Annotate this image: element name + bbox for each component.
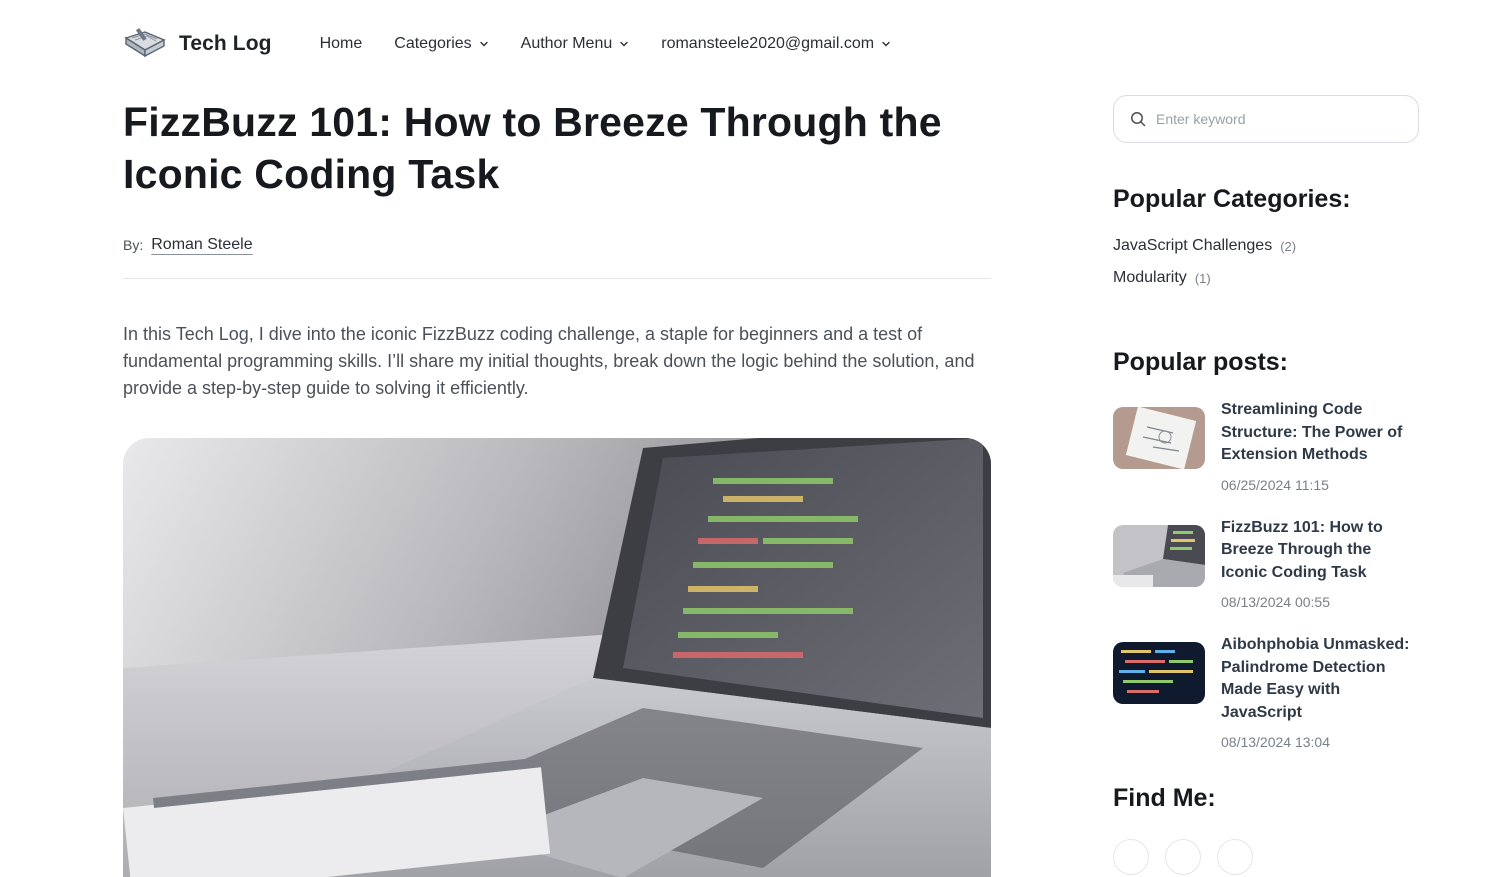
- category-name: JavaScript Challenges: [1113, 237, 1273, 254]
- search-icon: [1131, 112, 1146, 127]
- popular-post[interactable]: Streamlining Code Structure: The Power o…: [1113, 399, 1419, 493]
- social-icon[interactable]: [1113, 839, 1149, 875]
- main-nav: Home Categories Author Menu romansteele2…: [320, 35, 923, 53]
- sidebar: Popular Categories: JavaScript Challenge…: [1113, 95, 1419, 875]
- popular-post[interactable]: FizzBuzz 101: How to Breeze Through the …: [1113, 517, 1419, 610]
- nav-categories[interactable]: Categories: [394, 35, 488, 53]
- social-icon[interactable]: [1165, 839, 1201, 875]
- article: FizzBuzz 101: How to Breeze Through the …: [123, 96, 991, 877]
- category-item[interactable]: Modularity (1): [1113, 262, 1419, 294]
- category-name: Modularity: [1113, 269, 1187, 286]
- chevron-down-icon: [620, 41, 628, 47]
- popular-posts-heading: Popular posts:: [1113, 348, 1289, 376]
- category-list: JavaScript Challenges (2) Modularity (1): [1113, 230, 1419, 294]
- post-title: Aibohphobia Unmasked: Palindrome Detecti…: [1221, 636, 1410, 721]
- article-title: FizzBuzz 101: How to Breeze Through the …: [123, 99, 942, 197]
- social-links: [1113, 839, 1419, 875]
- search-input[interactable]: [1156, 111, 1396, 127]
- book-logo-icon: [124, 27, 166, 58]
- category-count: (2): [1280, 238, 1297, 254]
- chevron-down-icon: [479, 41, 488, 47]
- divider: [123, 278, 991, 279]
- article-intro: In this Tech Log, I dive into the iconic…: [123, 324, 975, 398]
- category-item[interactable]: JavaScript Challenges (2): [1113, 230, 1419, 262]
- post-date: 08/13/2024 00:55: [1221, 594, 1330, 610]
- post-thumbnail: [1113, 407, 1205, 469]
- post-date: 06/25/2024 11:15: [1221, 476, 1329, 493]
- nav-home-label: Home: [319, 35, 363, 52]
- laptop-photo: [123, 438, 991, 877]
- nav-author-menu[interactable]: Author Menu: [521, 35, 630, 53]
- social-icon[interactable]: [1217, 839, 1253, 875]
- search-box[interactable]: [1113, 95, 1419, 143]
- post-title: Streamlining Code Structure: The Power o…: [1221, 401, 1403, 463]
- nav-categories-label: Categories: [394, 35, 472, 52]
- popular-categories-heading: Popular Categories:: [1113, 185, 1351, 213]
- site-title: Tech Log: [179, 32, 272, 55]
- nav-account[interactable]: romansteele2020@gmail.com: [661, 35, 891, 53]
- chevron-down-icon: [882, 41, 890, 47]
- post-thumbnail: [1113, 642, 1205, 704]
- hero-image: [123, 438, 991, 877]
- nav-account-label: romansteele2020@gmail.com: [661, 35, 875, 52]
- site-logo[interactable]: Tech Log: [123, 26, 272, 62]
- author-link[interactable]: Roman Steele: [151, 236, 252, 254]
- nav-home[interactable]: Home: [320, 35, 363, 53]
- post-title: FizzBuzz 101: How to Breeze Through the …: [1221, 518, 1383, 581]
- byline: By: Roman Steele: [123, 236, 991, 254]
- byline-label: By:: [123, 237, 144, 253]
- popular-post[interactable]: Aibohphobia Unmasked: Palindrome Detecti…: [1113, 634, 1419, 750]
- find-me-heading: Find Me:: [1113, 784, 1216, 812]
- site-header: Tech Log Home Categories Author Menu rom…: [123, 22, 923, 66]
- category-count: (1): [1194, 270, 1211, 286]
- post-thumbnail: [1113, 524, 1205, 587]
- nav-author-menu-label: Author Menu: [520, 35, 613, 52]
- post-date: 08/13/2024 13:04: [1221, 734, 1330, 750]
